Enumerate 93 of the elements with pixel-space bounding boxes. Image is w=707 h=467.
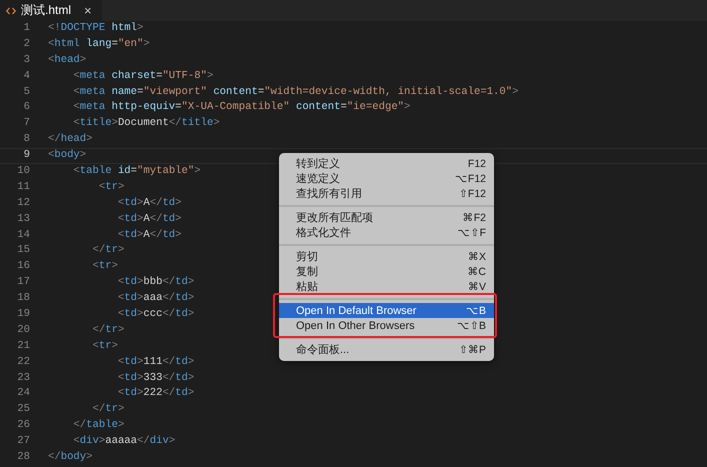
shortcut-label: ⌥⇧F (458, 226, 486, 239)
code-line: <td>A</td> (116, 212, 182, 227)
code-line: <td>333</td> (116, 370, 194, 386)
line-number: 14 (16, 228, 30, 243)
menu-item-label: 剪切 (296, 250, 318, 264)
menu-item[interactable]: 速览定义 ⌥F12 (279, 171, 494, 186)
code-line: <td>bbb</td> (116, 275, 194, 290)
code-line: <meta http-equiv="X-UA-Compatible" content="ie=edge"> (72, 100, 410, 116)
menu-item-label: 复制 (296, 265, 318, 279)
shortcut-label: ⌥F12 (454, 172, 486, 185)
menu-item[interactable]: 粘贴 ⌘V (279, 279, 494, 294)
line-number: 27 (16, 434, 30, 450)
tab-title: 测试.html (21, 2, 72, 19)
code-line: <tr> (92, 338, 118, 354)
line-number: 9 (22, 149, 30, 164)
line-number: 2 (22, 36, 30, 52)
menu-item-label: 速览定义 (296, 172, 340, 186)
line-number: 10 (16, 164, 30, 180)
line-number: 25 (16, 402, 30, 418)
shortcut-label: ⌘V (468, 280, 486, 293)
line-number: 11 (16, 180, 30, 195)
menu-item[interactable]: Open In Other Browsers ⌥⇧B (279, 318, 494, 333)
menu-item-label: 查找所有引用 (296, 187, 362, 201)
line-number: 12 (16, 196, 30, 211)
line-number: 26 (16, 418, 30, 434)
code-line: <td>A</td> (116, 196, 182, 211)
menu-item-label: 命令面板... (296, 343, 350, 357)
line-number: 7 (22, 116, 30, 132)
code-line: <div>aaaaa</div> (72, 434, 176, 450)
code-line: <meta charset="UTF-8"> (72, 68, 214, 84)
code-line: </table> (72, 418, 124, 434)
menu-item-label: Open In Other Browsers (296, 320, 415, 332)
menu-item-label: 格式化文件 (296, 226, 351, 240)
code-line: <td>ccc</td> (116, 307, 194, 322)
line-number: 24 (16, 386, 30, 402)
line-number: 1 (22, 21, 30, 36)
code-line: <tr> (98, 180, 124, 195)
code-line: </head> (48, 132, 93, 148)
code-line: </tr> (92, 243, 124, 258)
shortcut-label: ⌥⇧B (456, 319, 486, 332)
code-line: <html lang="en"> (48, 36, 150, 52)
code-line: <meta name="viewport" content="width=device-width, initial-scale=1.0"> (72, 84, 518, 100)
line-number: 16 (16, 259, 30, 274)
close-button[interactable]: × (84, 3, 92, 18)
menu-item-label: 粘贴 (296, 280, 318, 294)
line-number: 8 (22, 132, 30, 148)
line-number: 13 (16, 212, 30, 227)
code-line: <td>aaa</td> (116, 291, 194, 306)
line-number: 20 (16, 322, 30, 338)
line-number: 22 (16, 354, 30, 370)
shortcut-label: ⌘C (467, 265, 486, 278)
line-number: 6 (22, 100, 30, 116)
line-number: 28 (16, 450, 30, 466)
shortcut-label: ⌘F2 (462, 211, 486, 224)
menu-item[interactable]: 更改所有匹配项 ⌘F2 (279, 210, 494, 225)
shortcut-label: F12 (468, 158, 486, 170)
code-brackets-icon (6, 6, 16, 14)
menu-item[interactable]: 剪切 ⌘X (279, 249, 494, 264)
code-line: <title>Document</title> (72, 116, 220, 132)
code-line: <!DOCTYPE html> (48, 21, 144, 36)
shortcut-label: ⌘X (468, 250, 486, 263)
line-number: 23 (16, 370, 30, 386)
code-line: <table id="mytable"> (72, 164, 201, 180)
line-number: 21 (16, 338, 30, 354)
shortcut-label: ⌥B (466, 304, 486, 317)
code-line: <td>A</td> (116, 228, 182, 243)
shortcut-label: ⇧F12 (458, 187, 486, 200)
menu-item[interactable]: 命令面板... ⇧⌘P (279, 342, 494, 357)
code-line: <body> (48, 149, 86, 164)
menu-item[interactable]: 查找所有引用 ⇧F12 (279, 186, 494, 201)
code-line: </body> (48, 450, 93, 466)
menu-item[interactable]: Open In Default Browser ⌥B (279, 303, 494, 318)
line-number: 15 (16, 243, 30, 258)
line-number: 17 (16, 275, 30, 290)
menu-item-label: 更改所有匹配项 (296, 211, 373, 225)
line-number: 19 (16, 307, 30, 322)
line-number: 5 (22, 84, 30, 100)
line-number: 3 (22, 52, 30, 68)
editor-tab[interactable]: 测试.html × (0, 0, 102, 21)
code-line: </tr> (92, 322, 124, 338)
code-line: <head> (48, 52, 86, 68)
code-line: <td>222</td> (116, 386, 194, 402)
shortcut-label: ⇧⌘P (458, 343, 486, 356)
menu-item-label: Open In Default Browser (296, 304, 416, 316)
menu-item-label: 转到定义 (296, 156, 340, 171)
code-line: </tr> (92, 402, 124, 418)
line-number: 4 (22, 68, 30, 84)
menu-item[interactable]: 复制 ⌘C (279, 264, 494, 279)
code-line: <tr> (92, 259, 118, 274)
menu-item[interactable]: 转到定义 F12 (279, 156, 494, 171)
code-line: <td>111</td> (116, 354, 194, 370)
line-number: 18 (16, 291, 30, 306)
menu-item[interactable]: 格式化文件 ⌥⇧F (279, 225, 494, 240)
